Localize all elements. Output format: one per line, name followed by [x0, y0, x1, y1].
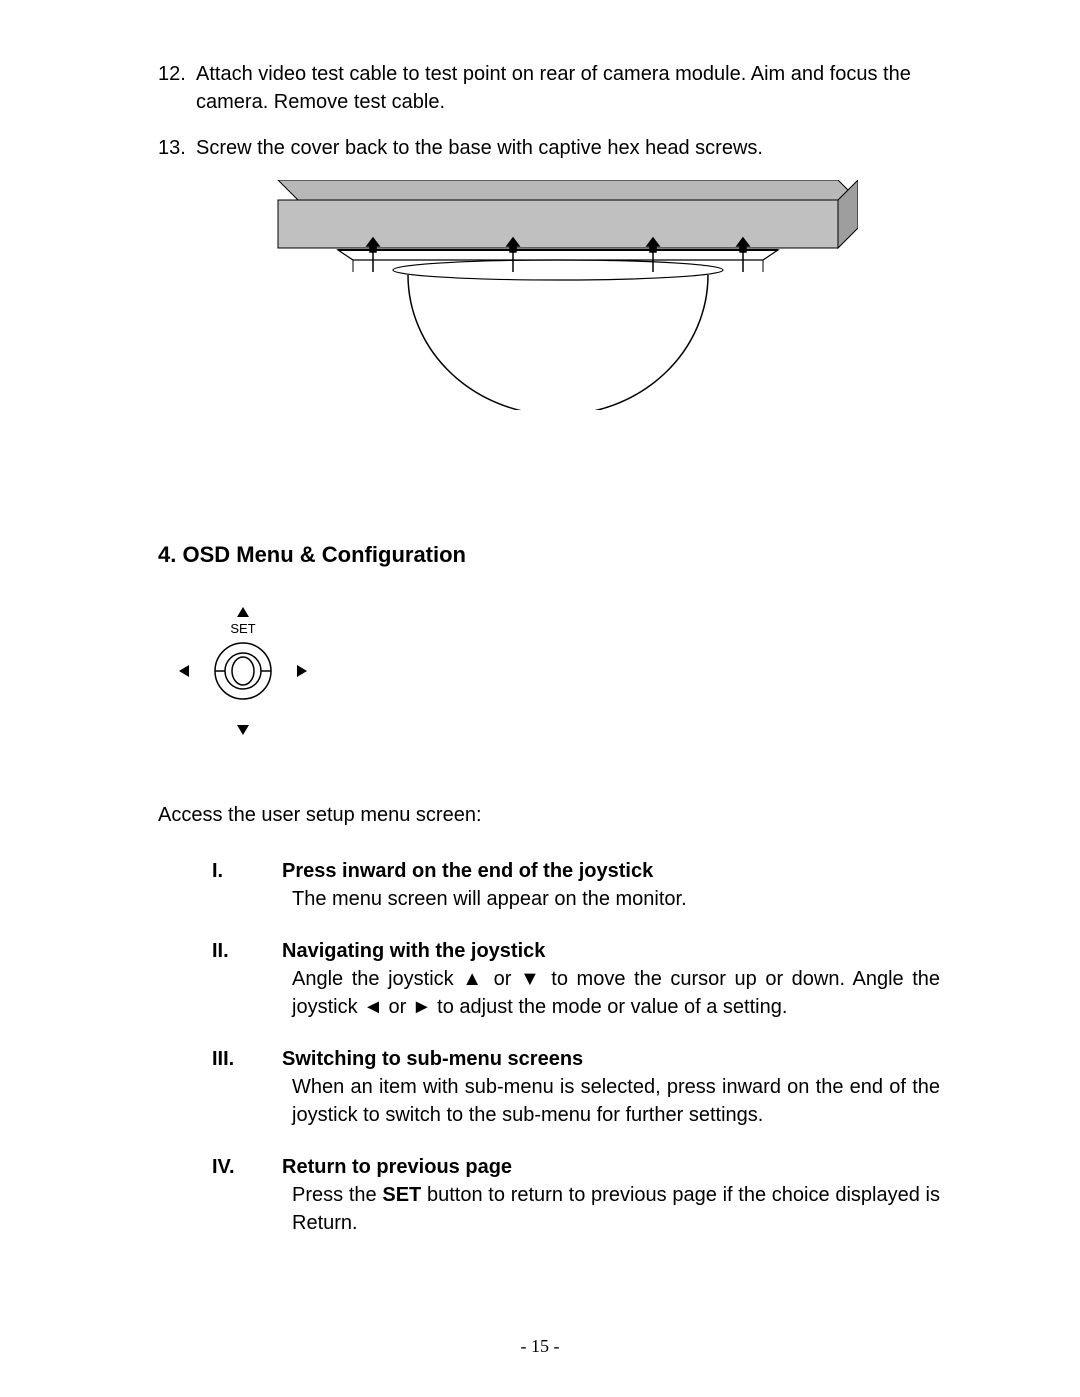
step-text: Screw the cover back to the base with ca… — [196, 134, 763, 162]
arrow-right-icon: ► — [412, 996, 432, 1018]
arrow-right-icon — [297, 665, 307, 677]
text-segment: or — [383, 996, 412, 1018]
roman-numeral: IV. — [212, 1153, 282, 1237]
roman-title: Switching to sub-menu screens — [282, 1045, 940, 1073]
set-keyword: SET — [382, 1184, 421, 1206]
roman-list: I. Press inward on the end of the joysti… — [212, 857, 940, 1237]
arrow-left-icon: ◄ — [363, 996, 383, 1018]
step-number: 13. — [158, 134, 196, 162]
roman-item-iii: III. Switching to sub-menu screens When … — [212, 1045, 940, 1129]
roman-numeral: III. — [212, 1045, 282, 1129]
access-intro: Access the user setup menu screen: — [158, 801, 940, 829]
roman-text: When an item with sub-menu is selected, … — [282, 1073, 940, 1129]
joystick-figure: SET — [173, 601, 940, 741]
roman-text: The menu screen will appear on the monit… — [282, 885, 940, 913]
text-segment: Press the — [292, 1184, 382, 1206]
text-segment: or — [485, 968, 520, 990]
roman-item-iv: IV. Return to previous page Press the SE… — [212, 1153, 940, 1237]
roman-title: Press inward on the end of the joystick — [282, 857, 940, 885]
step-text: Attach video test cable to test point on… — [196, 60, 940, 116]
roman-item-i: I. Press inward on the end of the joysti… — [212, 857, 940, 913]
step-12: 12. Attach video test cable to test poin… — [158, 60, 940, 116]
page-number: - 15 - — [0, 1336, 1080, 1357]
roman-title: Return to previous page — [282, 1153, 940, 1181]
set-label: SET — [230, 621, 255, 636]
roman-text: Angle the joystick ▲ or ▼ to move the cu… — [282, 965, 940, 1021]
arrow-down-icon — [237, 725, 249, 735]
arrow-left-icon — [179, 665, 189, 677]
dome-camera-illustration — [258, 180, 858, 410]
step-13: 13. Screw the cover back to the base wit… — [158, 134, 940, 162]
text-segment: to adjust the mode or value of a setting… — [432, 996, 788, 1018]
dome-figure — [258, 180, 940, 410]
page-content: 12. Attach video test cable to test poin… — [158, 60, 940, 1237]
roman-numeral: I. — [212, 857, 282, 913]
roman-item-ii: II. Navigating with the joystick Angle t… — [212, 937, 940, 1021]
arrow-down-icon: ▼ — [520, 968, 543, 990]
arrow-up-icon: ▲ — [462, 968, 485, 990]
document-page: 12. Attach video test cable to test poin… — [0, 0, 1080, 1397]
roman-text: Press the SET button to return to previo… — [282, 1181, 940, 1237]
step-number: 12. — [158, 60, 196, 116]
roman-numeral: II. — [212, 937, 282, 1021]
text-segment: Angle the joystick — [292, 968, 462, 990]
joystick-illustration: SET — [173, 601, 313, 741]
section-heading: 4. OSD Menu & Configuration — [158, 540, 940, 571]
arrow-up-icon — [237, 607, 249, 617]
roman-title: Navigating with the joystick — [282, 937, 940, 965]
